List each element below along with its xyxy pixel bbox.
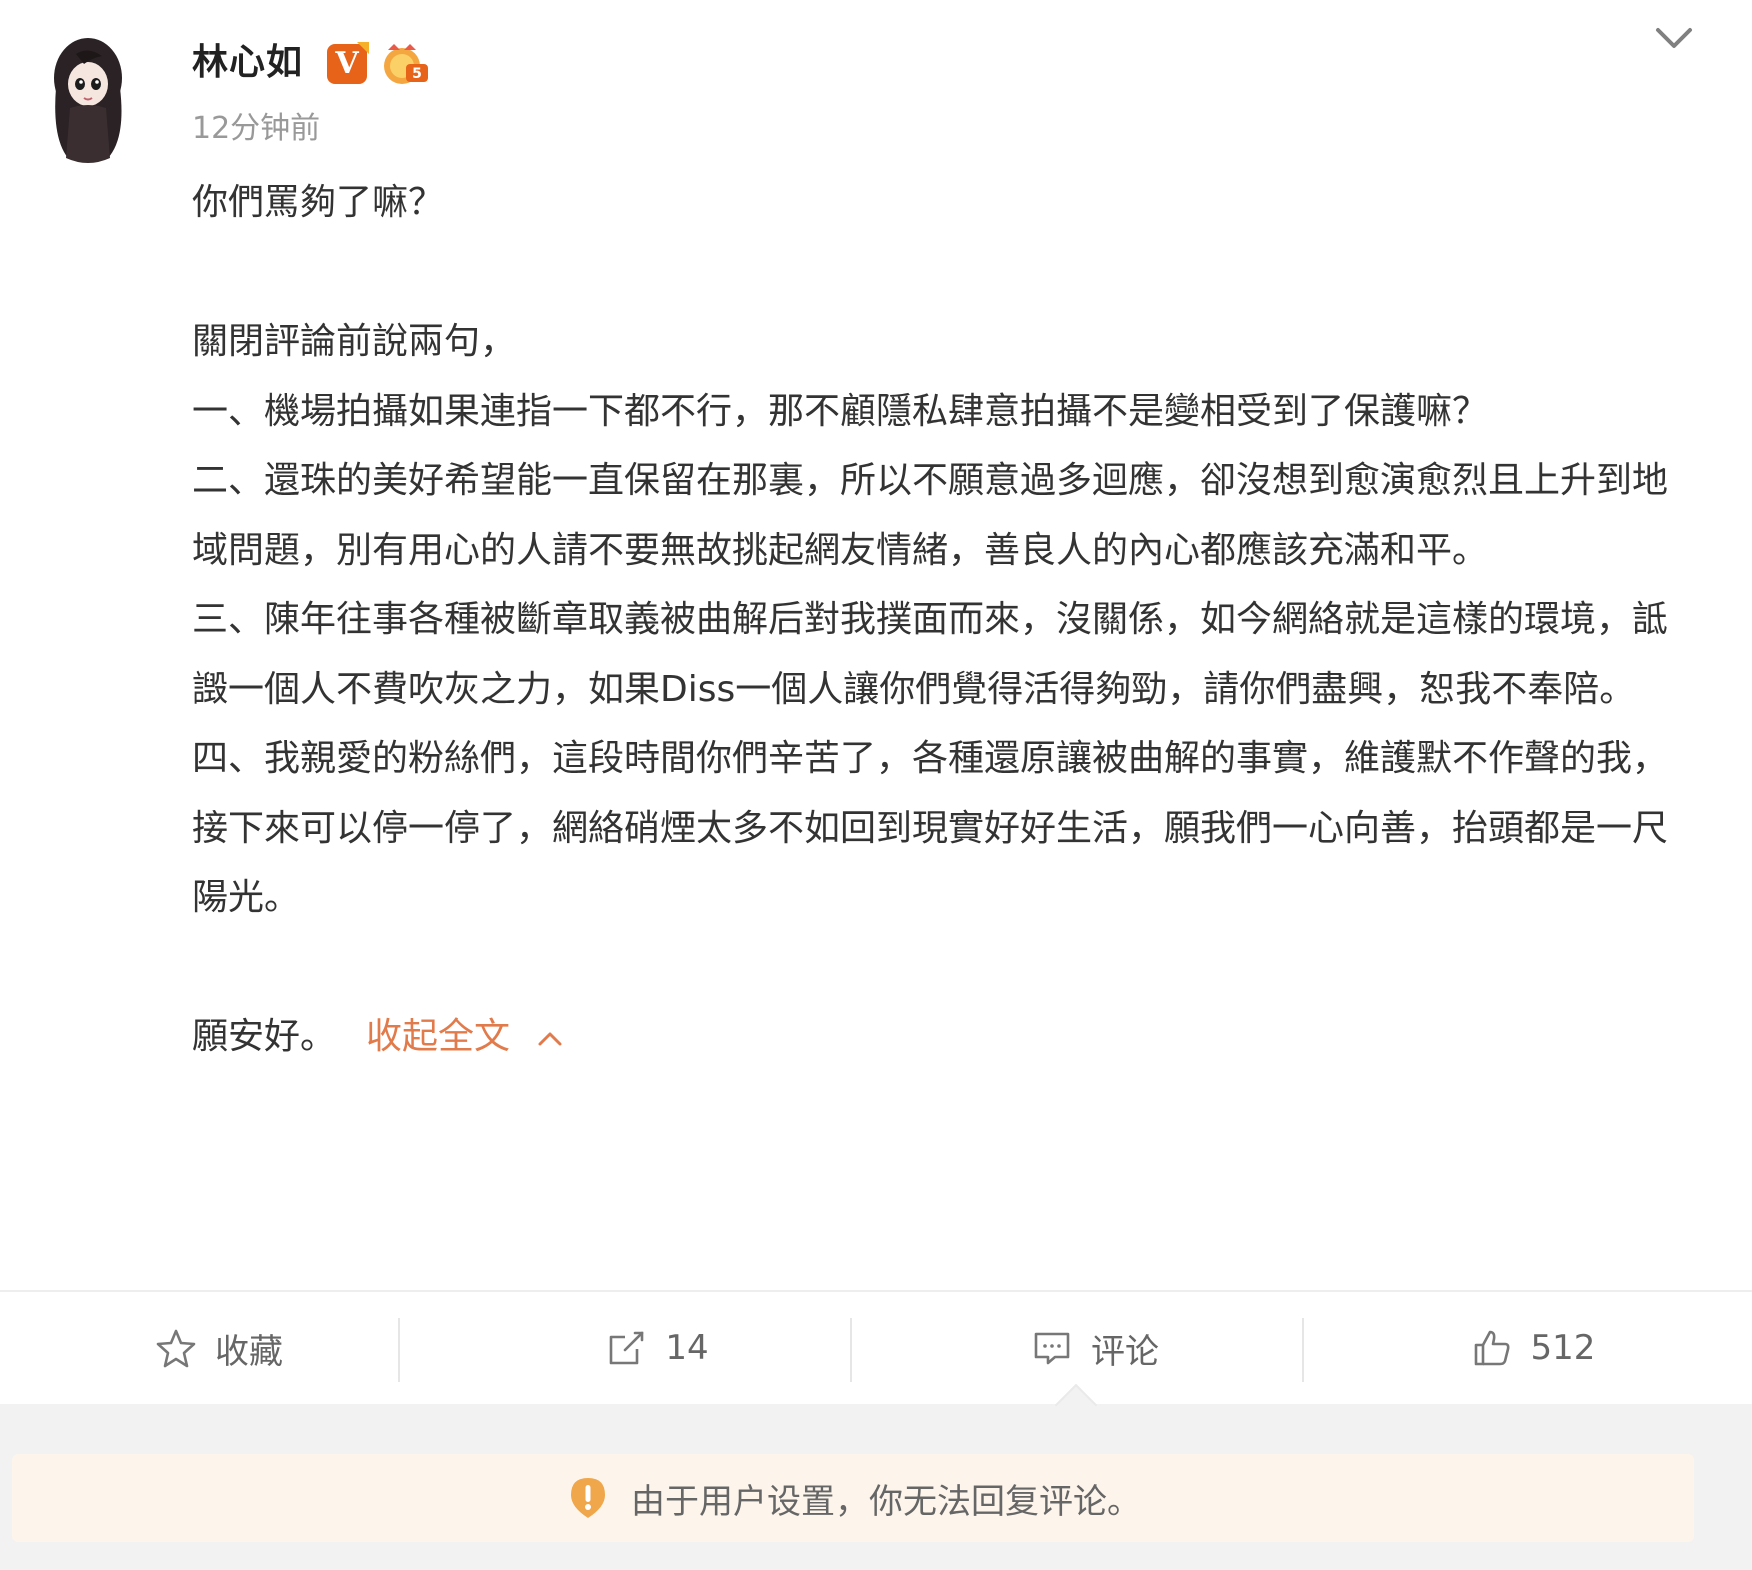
chevron-up-icon[interactable] — [536, 1028, 564, 1048]
post-paragraph: 關閉評論前說兩句， — [192, 321, 517, 362]
comment-button[interactable]: 评论 — [876, 1292, 1314, 1404]
favorite-button[interactable]: 收藏 — [0, 1292, 438, 1404]
post-paragraph: 三、陳年往事各種被斷章取義被曲解后對我撲面而來，沒關係，如今網絡就是這樣的環境，… — [192, 599, 1669, 710]
like-count: 512 — [1530, 1328, 1596, 1368]
warning-icon — [571, 1478, 605, 1518]
post-paragraph: 一、機場拍攝如果連指一下都不行，那不顧隱私肆意拍攝不是變相受到了保護嘛？ — [192, 390, 1489, 432]
svg-text:5: 5 — [412, 66, 422, 82]
collapse-full-text-link[interactable]: 收起全文 — [366, 1016, 510, 1057]
author-name[interactable]: 林心如 — [192, 38, 303, 88]
reply-disabled-notice: 由于用户设置，你无法回复评论。 — [12, 1454, 1694, 1542]
post-closing-line: 願安好。 收起全文 — [192, 1002, 1672, 1072]
notice-text: 由于用户设置，你无法回复评论。 — [631, 1481, 1141, 1522]
action-separator — [850, 1318, 852, 1382]
comment-label: 评论 — [1091, 1331, 1159, 1372]
comment-icon — [1034, 1332, 1070, 1365]
star-icon — [156, 1329, 196, 1368]
repost-count: 14 — [665, 1328, 709, 1368]
post-paragraph: 二、還珠的美好希望能一直保留在那裏，所以不願意過多迴應，卻沒想到愈演愈烈且上升到… — [192, 460, 1669, 571]
repost-button[interactable]: 14 — [438, 1292, 876, 1404]
action-separator — [398, 1318, 400, 1382]
post-content: 你們罵夠了嘛？ 關閉評論前說兩句， 一、機場拍攝如果連指一下都不行，那不顧隱私肆… — [192, 168, 1672, 1072]
post-paragraph: 你們罵夠了嘛？ — [192, 182, 445, 223]
fan-badge-icon[interactable]: 5 — [380, 40, 432, 88]
verified-badge-label: V — [335, 46, 359, 81]
chevron-down-icon[interactable] — [1652, 20, 1696, 56]
action-separator — [1302, 1318, 1304, 1382]
share-icon — [610, 1331, 644, 1365]
weibo-post: 林心如 V 5 12分钟前 你們罵夠了嘛？ 關閉評論前說兩句， 一、機場拍攝如果… — [0, 0, 1752, 1402]
favorite-label: 收藏 — [215, 1331, 283, 1372]
post-blank-line — [192, 933, 1672, 1003]
like-button[interactable]: 512 — [1314, 1292, 1752, 1404]
avatar[interactable] — [48, 28, 128, 168]
verified-badge-icon: V — [327, 42, 369, 84]
post-paragraph: 四、我親愛的粉絲們，這段時間你們辛苦了，各種還原讓被曲解的事實，維護默不作聲的我… — [192, 738, 1669, 918]
post-timestamp: 12分钟前 — [192, 111, 321, 146]
action-bar: 收藏 14 评论 512 — [0, 1292, 1752, 1404]
thumbs-up-icon — [1474, 1330, 1510, 1366]
post-closing: 願安好。 — [192, 1016, 337, 1057]
post-blank-line — [192, 238, 1672, 308]
avatar-image — [54, 38, 122, 163]
